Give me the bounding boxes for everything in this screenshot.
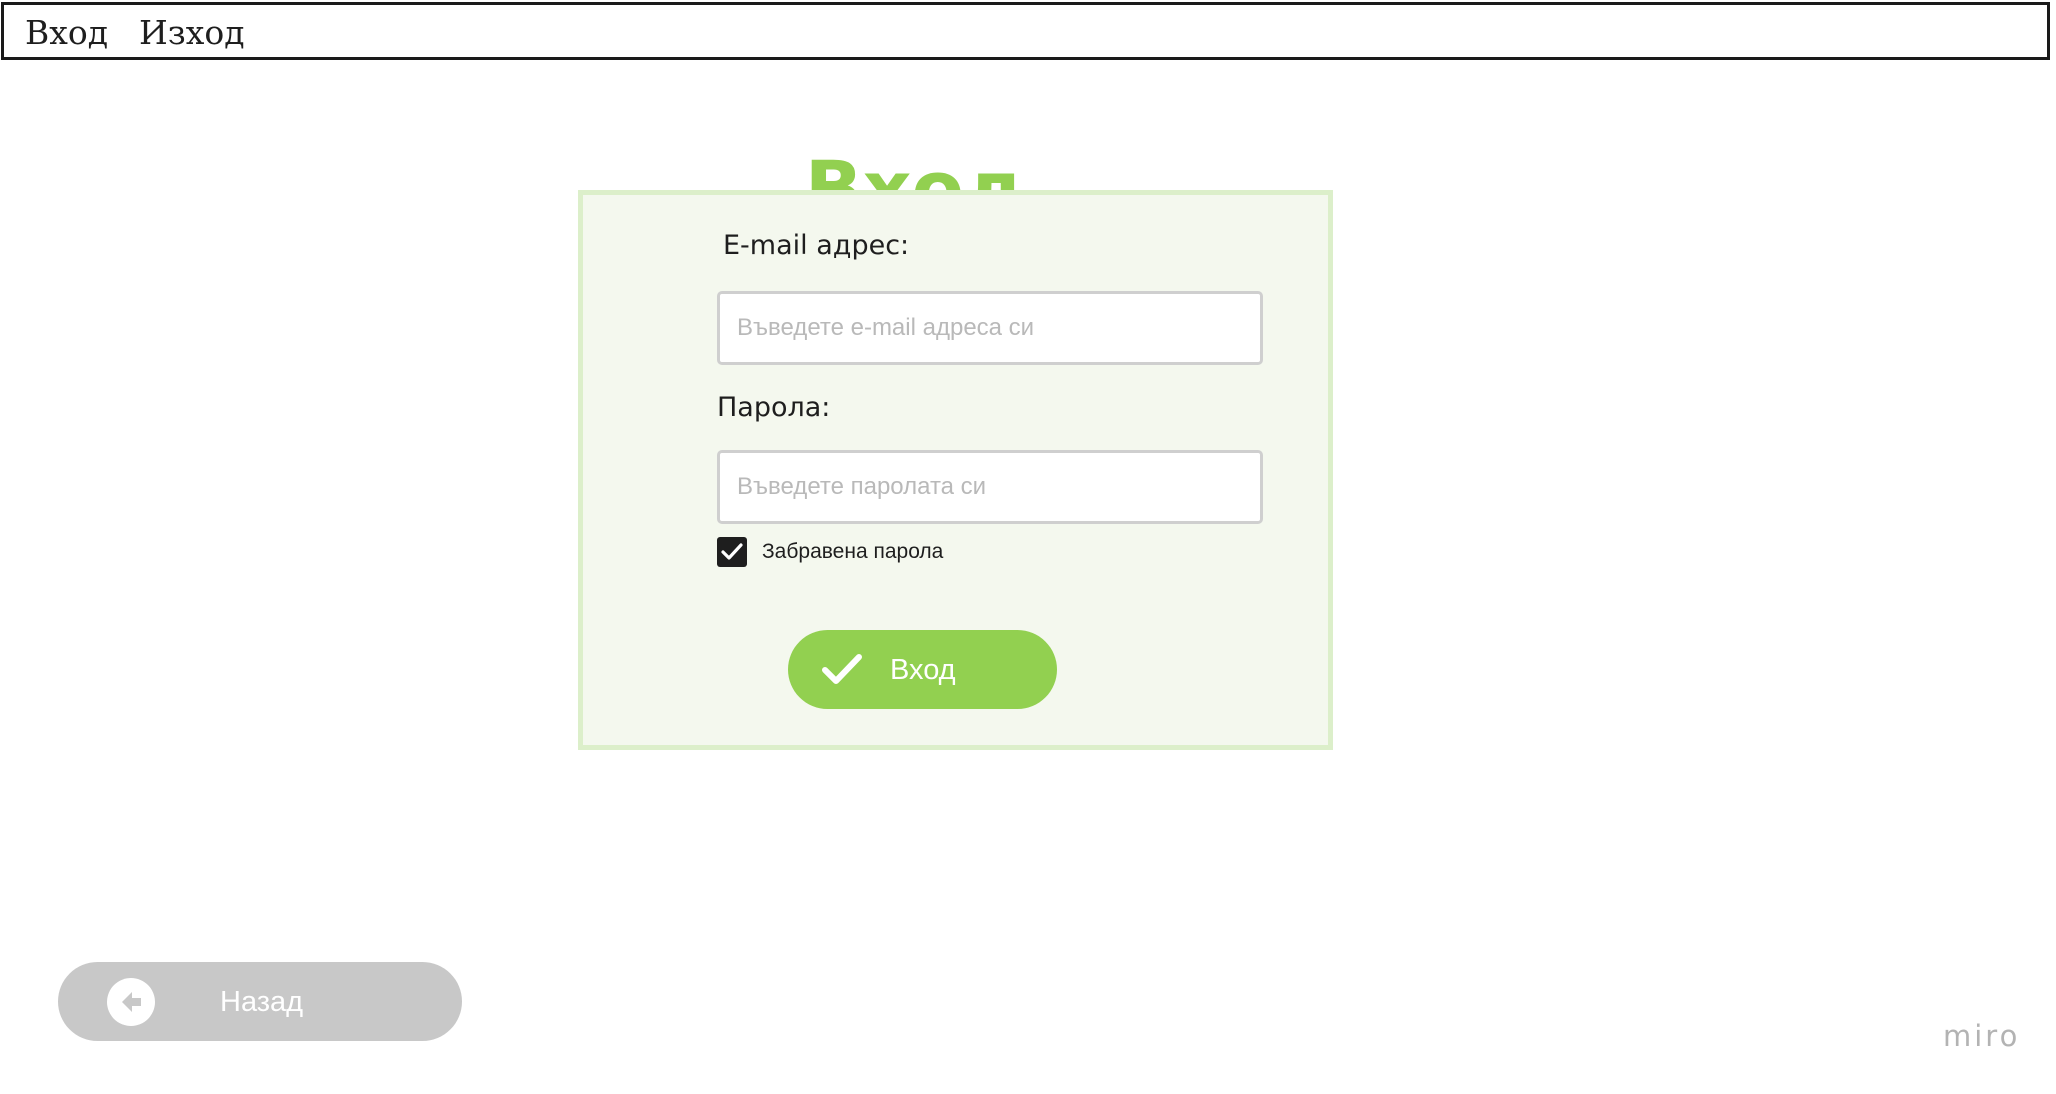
checkmark-icon (822, 654, 862, 684)
back-button[interactable]: Назад (58, 962, 462, 1041)
back-icon-circle (107, 978, 155, 1026)
back-button-label: Назад (220, 986, 304, 1018)
login-button[interactable]: Вход (788, 630, 1057, 709)
nav-item-login[interactable]: Вход (25, 13, 108, 53)
password-label: Парола: (717, 392, 831, 423)
forgot-password-label[interactable]: Забравена парола (762, 538, 943, 566)
nav-item-logout[interactable]: Изход (139, 13, 245, 53)
login-button-label: Вход (890, 654, 956, 686)
forgot-password-checkbox[interactable] (717, 537, 747, 567)
email-label: E-mail адрес: (723, 230, 910, 261)
arrow-left-icon (122, 992, 141, 1012)
password-input[interactable] (717, 450, 1263, 524)
checkbox-checkmark-icon (721, 543, 743, 560)
top-navigation-bar: Вход Изход (1, 2, 2050, 60)
email-input[interactable] (717, 291, 1263, 365)
miro-watermark: miro (1943, 1019, 2021, 1053)
